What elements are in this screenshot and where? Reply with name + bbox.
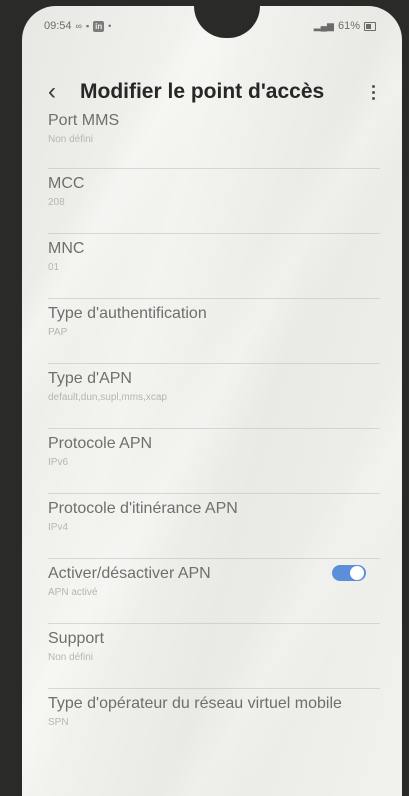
dot-3 [371, 96, 375, 100]
battery-icon [364, 21, 376, 31]
item-value: default,dun,supl,mms,xcap [48, 392, 167, 403]
list-item-mnc[interactable]: MNC 01 [48, 233, 380, 298]
item-value: Non défini [48, 652, 94, 663]
status-bar: 09:54 ∞ ▪ in • ▂▄▆ 61% [22, 20, 402, 38]
toggle-knob [350, 566, 364, 580]
status-time: 09:54 [44, 20, 72, 32]
dot-2 [371, 90, 375, 94]
apn-enable-toggle[interactable] [332, 565, 366, 581]
item-label: Protocole APN [48, 435, 153, 452]
back-icon[interactable]: ‹ [48, 78, 72, 106]
item-label: Type d'APN [48, 370, 132, 387]
item-label: Protocole d'itinérance APN [48, 500, 238, 517]
signal-icon: ▂▄▆ [313, 20, 334, 31]
linkedin-icon: in [93, 20, 105, 32]
item-value: 01 [48, 262, 60, 273]
item-label: Support [48, 630, 105, 647]
item-label: Port MMS [48, 112, 120, 129]
battery-percent: 61% [337, 20, 360, 32]
item-label: Activer/désactiver APN [48, 565, 211, 582]
notification-icon: ▪ [85, 21, 90, 31]
item-value: SPN [48, 717, 69, 728]
page-title: Modifier le point d'accès [80, 80, 325, 103]
item-value: PAP [48, 327, 68, 338]
item-value: IPv4 [48, 522, 69, 533]
item-value: 208 [48, 197, 65, 208]
list-item-auth-type[interactable]: Type d'authentification PAP [48, 298, 380, 363]
dot-1 [371, 84, 375, 88]
app-header: ‹ Modifier le point d'accès [22, 76, 402, 112]
more-options-icon[interactable] [368, 80, 378, 104]
item-label: Type d'authentification [48, 305, 207, 322]
list-item-roaming-protocol[interactable]: Protocole d'itinérance APN IPv4 [48, 493, 380, 558]
list-item-mcc[interactable]: MCC 208 [48, 168, 380, 233]
list-item-bearer[interactable]: Support Non défini [48, 623, 380, 688]
list-item-port-mms[interactable]: Port MMS Non défini [48, 110, 380, 168]
item-label: Type d'opérateur du réseau virtuel mobil… [48, 695, 342, 712]
dot-icon: • [108, 21, 112, 31]
list-item-apn-enable[interactable]: Activer/désactiver APN APN activé [48, 558, 380, 623]
list-item-apn-type[interactable]: Type d'APN default,dun,supl,mms,xcap [48, 363, 380, 428]
item-label: MNC [48, 240, 85, 257]
item-value: IPv6 [48, 457, 69, 468]
voicemail-icon: ∞ [75, 21, 82, 31]
item-value: APN activé [48, 587, 98, 598]
list-item-mvno-type[interactable]: Type d'opérateur du réseau virtuel mobil… [48, 688, 380, 753]
item-label: MCC [48, 175, 85, 192]
list-item-apn-protocol[interactable]: Protocole APN IPv6 [48, 428, 380, 493]
apn-settings-list: Port MMS Non défini MCC 208 MNC 01 Type … [22, 110, 402, 753]
item-value: Non défini [48, 134, 94, 145]
phone-screen: 09:54 ∞ ▪ in • ▂▄▆ 61% ‹ Modifier le poi… [22, 6, 402, 796]
